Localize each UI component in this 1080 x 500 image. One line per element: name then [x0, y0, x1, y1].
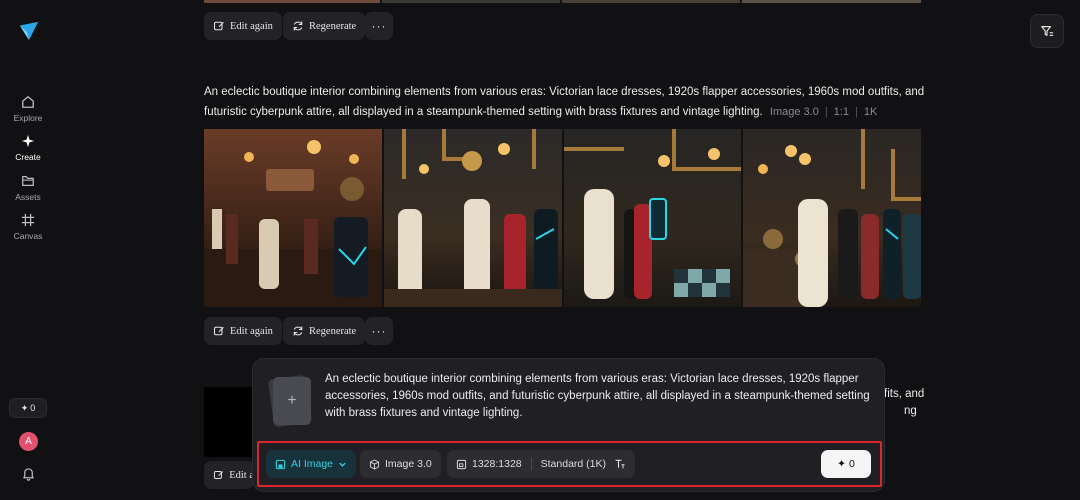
edit-again-label: Edit a	[229, 469, 254, 481]
cube-icon	[369, 459, 380, 469]
canvas-icon	[20, 212, 36, 228]
peek-prompt-text: ng	[904, 405, 917, 417]
ratio-tag: 1:1	[833, 106, 849, 118]
plus-icon: +	[273, 377, 311, 425]
previous-image-strip	[382, 0, 560, 3]
quality-label: Standard (1K)	[540, 458, 607, 470]
ai-image-label: AI Image	[291, 458, 334, 470]
regenerate-label: Regenerate	[309, 20, 357, 32]
more-options-button[interactable]: ···	[365, 12, 393, 40]
more-options-button[interactable]: ···	[365, 317, 393, 345]
reference-image-upload[interactable]: +	[267, 374, 313, 428]
avatar[interactable]: A	[19, 432, 38, 451]
generate-cost: 0	[848, 458, 855, 470]
generation-prompt: An eclectic boutique interior combining …	[204, 82, 928, 122]
app-logo-icon[interactable]	[18, 20, 40, 42]
edit-again-button[interactable]: Edit again	[204, 317, 282, 345]
folder-icon	[20, 173, 36, 189]
regenerate-label: Regenerate	[309, 325, 357, 337]
sidebar-item-create[interactable]: Create	[0, 133, 56, 162]
sidebar-item-canvas[interactable]: Canvas	[0, 212, 56, 241]
generated-image[interactable]	[563, 129, 742, 307]
previous-image-strip	[204, 0, 380, 3]
generated-image-partial[interactable]	[204, 387, 259, 457]
prompt-composer: + An eclectic boutique interior combinin…	[252, 358, 885, 492]
edit-again-label: Edit again	[230, 20, 273, 32]
edit-icon	[213, 326, 224, 336]
previous-image-strip	[742, 0, 921, 3]
text-format-icon	[615, 459, 625, 469]
model-selector[interactable]: Image 3.0	[360, 450, 441, 478]
size-quality-selector[interactable]: 1328:1328 Standard (1K)	[447, 450, 616, 478]
chevron-down-icon	[339, 462, 346, 467]
ai-image-dropdown[interactable]: AI Image	[266, 450, 357, 478]
home-icon	[20, 94, 36, 110]
edit-again-button[interactable]: Edit again	[204, 12, 282, 40]
regenerate-button[interactable]: Regenerate	[283, 12, 366, 40]
text-settings-button[interactable]	[606, 450, 635, 478]
sidebar-item-explore[interactable]: Explore	[0, 94, 56, 123]
sidebar-item-label: Create	[15, 152, 41, 162]
image-icon	[275, 459, 286, 469]
refresh-icon	[293, 21, 303, 31]
edit-icon	[213, 21, 224, 31]
credits-badge[interactable]: ✦ 0	[9, 398, 47, 418]
size-label: 1328:1328	[472, 458, 522, 470]
generation-meta: Image 3.0 | 1:1 | 1K	[769, 106, 878, 118]
refresh-icon	[293, 326, 303, 336]
filter-icon	[1041, 26, 1054, 36]
edit-icon	[213, 471, 224, 479]
sidebar-item-label: Assets	[15, 192, 41, 202]
sparkle-icon	[20, 133, 36, 149]
prompt-input[interactable]: An eclectic boutique interior combining …	[325, 371, 875, 422]
bell-icon[interactable]	[21, 466, 36, 481]
regenerate-button[interactable]: Regenerate	[283, 317, 366, 345]
sparkle-icon: ✦	[837, 458, 846, 470]
image-grid	[204, 129, 921, 307]
resolution-tag: 1K	[863, 106, 878, 118]
model-tag: Image 3.0	[769, 106, 819, 118]
sidebar-item-label: Canvas	[13, 231, 43, 241]
sidebar-item-label: Explore	[13, 113, 43, 123]
peek-prompt-text: fits, and	[884, 388, 925, 400]
generate-button[interactable]: ✦ 0	[821, 450, 871, 478]
filter-button[interactable]	[1030, 14, 1064, 48]
generated-image[interactable]	[383, 129, 562, 307]
sidebar: Explore Create Assets Canvas ✦ 0 A	[0, 0, 56, 500]
edit-again-label: Edit again	[230, 325, 273, 337]
sparkle-icon: ✦	[20, 402, 29, 413]
generated-image[interactable]	[204, 129, 382, 307]
generated-image[interactable]	[743, 129, 921, 307]
credits-count: 0	[30, 403, 36, 413]
sidebar-item-assets[interactable]: Assets	[0, 173, 56, 202]
model-label: Image 3.0	[385, 458, 432, 470]
previous-image-strip	[562, 0, 740, 3]
aspect-ratio-icon	[456, 459, 467, 469]
edit-again-button[interactable]: Edit a	[204, 461, 254, 489]
composer-toolbar: AI Image Image 3.0 1328:1328 Standard (1…	[257, 441, 882, 487]
